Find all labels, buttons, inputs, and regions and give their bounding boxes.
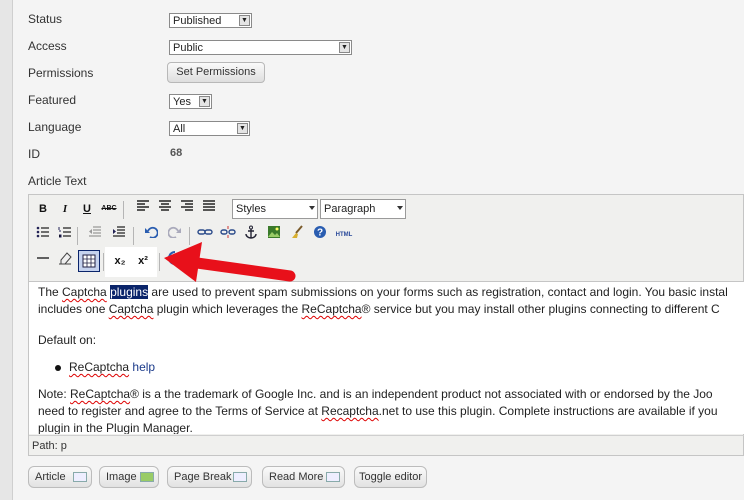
- image-button[interactable]: Image: [99, 466, 159, 488]
- bold-button[interactable]: B: [33, 199, 53, 219]
- list-item: ReCaptcha help: [29, 359, 744, 376]
- toolbar-separator: [77, 227, 78, 245]
- featured-value: Yes: [173, 96, 191, 108]
- align-left-icon[interactable]: [133, 199, 153, 219]
- chevron-down-icon: ▼: [339, 42, 350, 53]
- chevron-down-icon: ▼: [199, 96, 210, 107]
- note-line-2: need to register and agree to the Terms …: [38, 404, 718, 418]
- html-source-button[interactable]: HTML: [331, 225, 357, 245]
- strikethrough-button[interactable]: ABC: [99, 199, 119, 219]
- article-button[interactable]: Article: [28, 466, 92, 488]
- status-label: Status: [28, 12, 63, 26]
- styles-dropdown[interactable]: Styles: [232, 199, 318, 219]
- id-label: ID: [28, 147, 40, 161]
- chevron-down-icon: ▼: [237, 123, 248, 134]
- rich-text-editor: B I U ABC Styles Paragraph ? HTML x₂ x² …: [28, 194, 744, 456]
- chevron-down-icon: [309, 206, 315, 210]
- note-line-1: Note: ReCaptcha® is a the trademark of G…: [38, 387, 713, 401]
- featured-label: Featured: [28, 93, 77, 107]
- underline-button[interactable]: U: [77, 199, 97, 219]
- status-value: Published: [173, 15, 222, 27]
- permissions-label: Permissions: [28, 66, 94, 80]
- visual-aid-icon[interactable]: [78, 250, 100, 272]
- toggle-editor-button[interactable]: Toggle editor: [354, 466, 427, 488]
- toolbar-row-3: x₂ x²: [29, 250, 744, 275]
- access-label: Access: [28, 39, 67, 53]
- numbered-list-icon[interactable]: [55, 225, 75, 245]
- featured-select[interactable]: Yes ▼: [169, 94, 212, 109]
- toolbar-row-1: B I U ABC Styles Paragraph: [29, 199, 744, 223]
- outdent-icon[interactable]: [85, 225, 105, 245]
- bullet-list-icon[interactable]: [33, 225, 53, 245]
- language-value: All: [173, 123, 186, 135]
- chevron-down-icon: [397, 206, 403, 210]
- read-more-button[interactable]: Read More: [262, 466, 345, 488]
- read-more-icon: [326, 472, 340, 482]
- toolbar-row-2: ? HTML: [29, 225, 744, 249]
- help-icon[interactable]: ?: [310, 225, 330, 245]
- svg-text:?: ?: [317, 228, 323, 239]
- paragraph-1-line-2: includes one Captcha plugin which levera…: [38, 302, 720, 316]
- format-dropdown[interactable]: Paragraph: [320, 199, 406, 219]
- image-icon: [140, 472, 154, 482]
- format-dropdown-label: Paragraph: [324, 203, 376, 215]
- toolbar-separator: [133, 227, 134, 245]
- page-break-icon: [233, 472, 247, 482]
- access-select[interactable]: Public ▼: [169, 40, 352, 55]
- editor-path-bar: Path: p: [29, 435, 744, 455]
- selected-text: plugins: [110, 285, 149, 299]
- default-on-text: Default on:: [38, 333, 97, 347]
- language-select[interactable]: All ▼: [169, 121, 250, 136]
- horizontal-rule-icon[interactable]: [33, 251, 53, 271]
- article-icon: [73, 472, 87, 482]
- toolbar-separator: [103, 253, 104, 271]
- article-text-label: Article Text: [28, 174, 87, 188]
- align-right-icon[interactable]: [177, 199, 197, 219]
- help-link[interactable]: help: [132, 360, 155, 374]
- styles-dropdown-label: Styles: [236, 203, 266, 215]
- italic-button[interactable]: I: [55, 199, 75, 219]
- set-permissions-button[interactable]: Set Permissions: [167, 62, 265, 83]
- toolbar-separator: [123, 201, 124, 219]
- editor-content[interactable]: The Captcha plugins are used to prevent …: [29, 281, 744, 434]
- subscript-button[interactable]: x₂: [110, 251, 130, 271]
- language-label: Language: [28, 120, 82, 134]
- left-panel-edge: [0, 0, 13, 500]
- red-arrow-annotation: [164, 242, 296, 282]
- align-justify-icon[interactable]: [199, 199, 219, 219]
- eraser-icon[interactable]: [55, 251, 75, 271]
- page-break-button[interactable]: Page Break: [167, 466, 252, 488]
- indent-icon[interactable]: [109, 225, 129, 245]
- bullet-icon: [55, 364, 61, 371]
- chevron-down-icon: ▼: [239, 15, 250, 26]
- id-value: 68: [170, 147, 183, 159]
- paragraph-1: The Captcha plugins are used to prevent …: [38, 285, 728, 299]
- align-center-icon[interactable]: [155, 199, 175, 219]
- access-value: Public: [173, 42, 203, 54]
- status-select[interactable]: Published ▼: [169, 13, 252, 28]
- note-line-3: plugin in the Plugin Manager.: [38, 421, 193, 434]
